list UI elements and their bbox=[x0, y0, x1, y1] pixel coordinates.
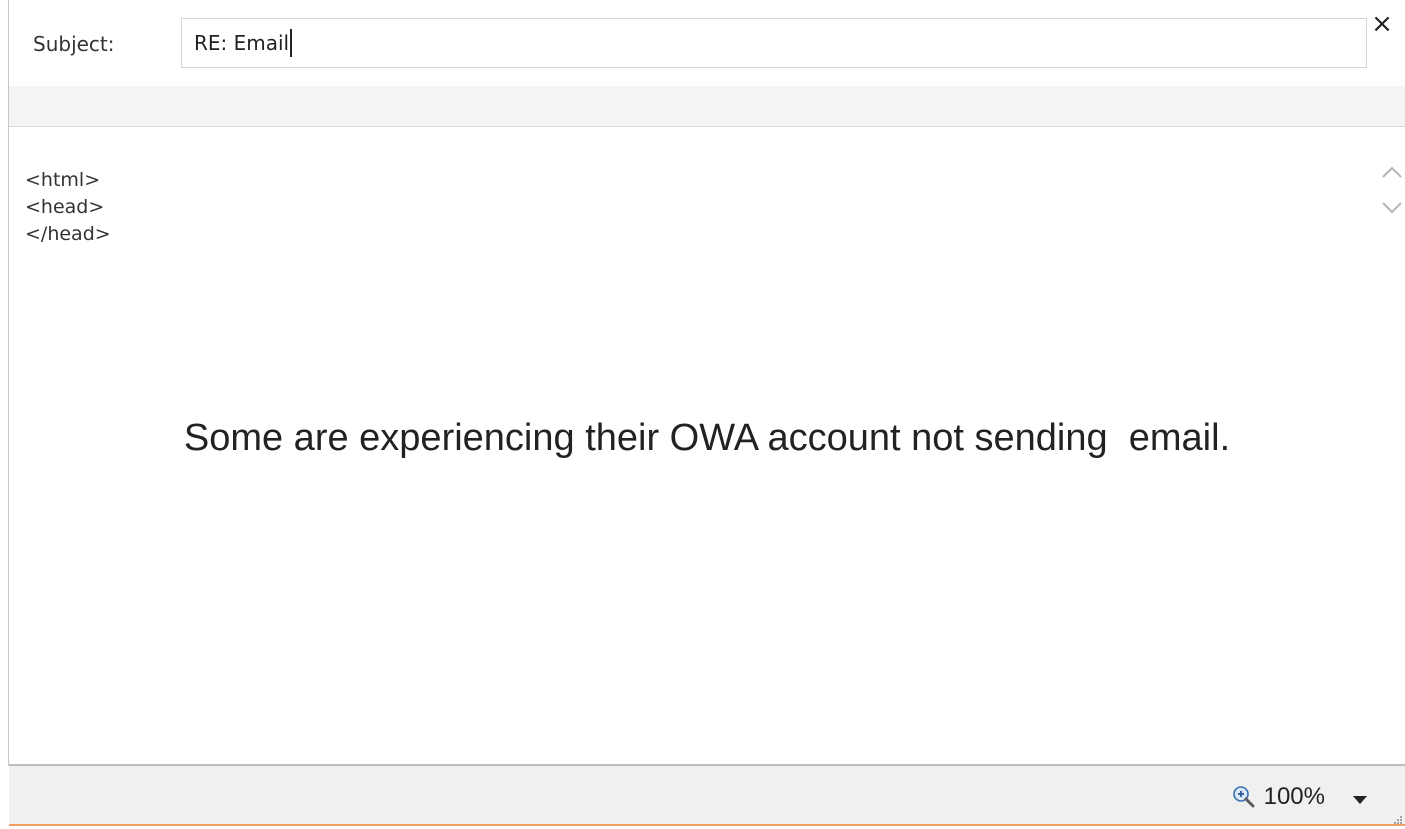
subject-label: Subject: bbox=[33, 32, 115, 56]
chevron-down-icon[interactable] bbox=[1379, 193, 1405, 223]
message-text: Some are experiencing their OWA account … bbox=[183, 417, 1231, 459]
code-line: <html> bbox=[25, 169, 101, 191]
zoom-value: 100% bbox=[1263, 783, 1325, 810]
message-window: Subject: RE: Email × <html> <head> </hea… bbox=[0, 0, 1405, 826]
close-icon[interactable]: × bbox=[1367, 6, 1397, 42]
resize-grip-icon[interactable] bbox=[1393, 810, 1403, 824]
zoom-in-icon bbox=[1232, 785, 1256, 809]
toolbar-band bbox=[9, 86, 1405, 127]
status-bar: 100% bbox=[9, 764, 1405, 824]
preview-scroll-arrows bbox=[1379, 157, 1405, 227]
zoom-control[interactable]: 100% bbox=[1232, 782, 1369, 812]
subject-text: RE: Email bbox=[194, 31, 290, 55]
subject-input[interactable]: RE: Email bbox=[181, 18, 1367, 68]
code-line: </head> bbox=[25, 223, 111, 245]
text-caret bbox=[290, 29, 293, 57]
chevron-up-icon[interactable] bbox=[1379, 157, 1405, 187]
subject-value[interactable]: RE: Email bbox=[182, 29, 293, 57]
message-body[interactable]: <html> <head> </head> Some are experienc… bbox=[9, 127, 1405, 764]
code-line: <head> bbox=[25, 196, 105, 218]
subject-row: Subject: RE: Email × bbox=[9, 0, 1405, 87]
caret-down-icon[interactable] bbox=[1351, 791, 1369, 804]
html-source-preview: <html> <head> </head> bbox=[25, 167, 425, 249]
